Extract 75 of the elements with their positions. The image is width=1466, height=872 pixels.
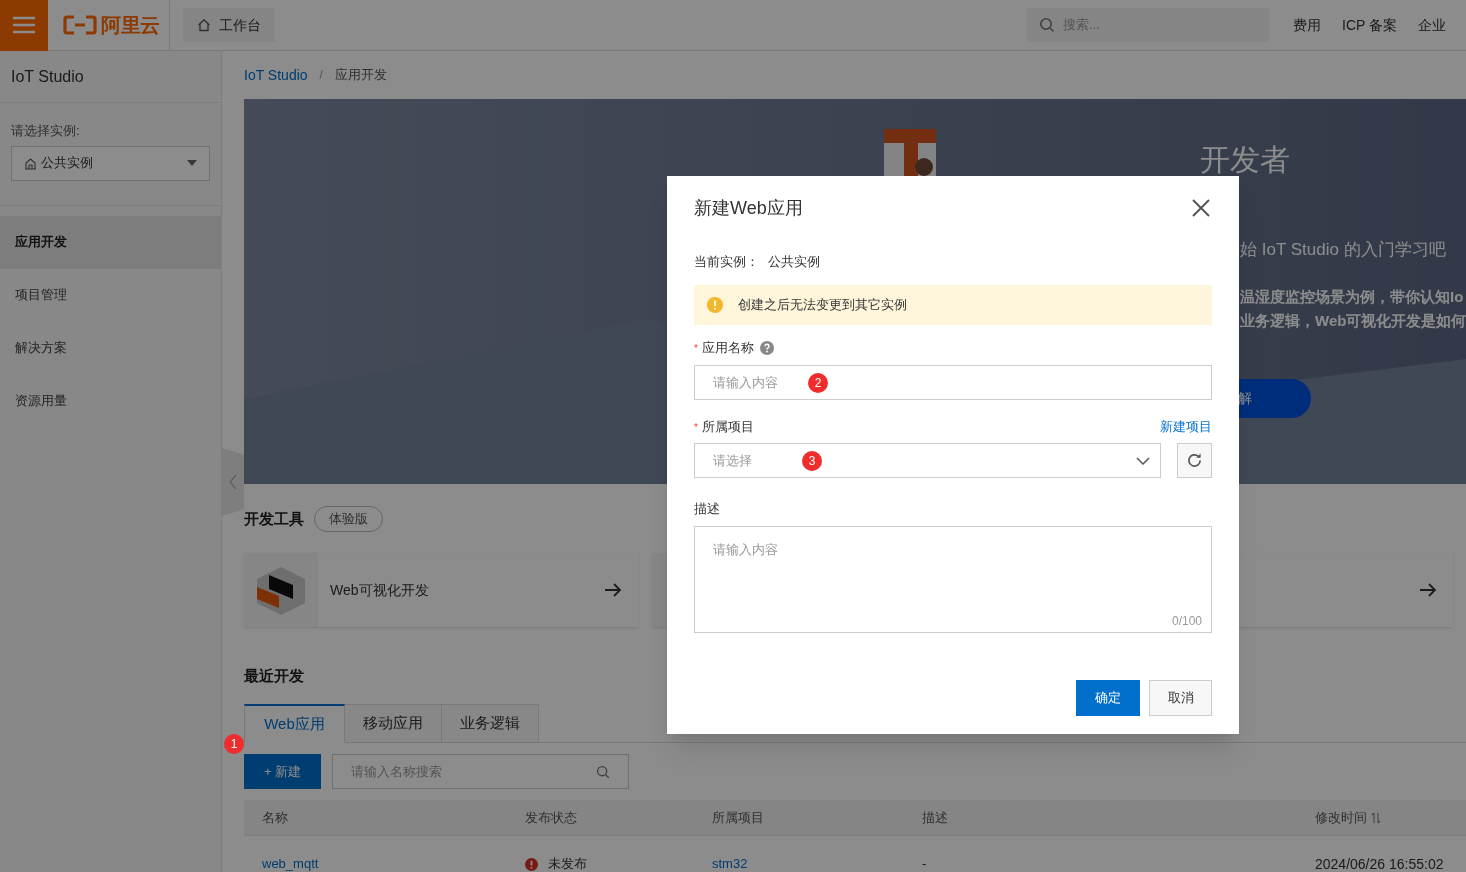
required-mark: * [694, 341, 698, 356]
nav-link[interactable]: 企业 [1418, 14, 1446, 36]
column-header[interactable]: 发布状态 [525, 807, 577, 828]
instance-label: 请选择实例: [11, 122, 81, 140]
menu-icon [12, 16, 36, 34]
tool-card[interactable]: Web可视化开发 [244, 553, 638, 627]
section-title: 开发工具 [244, 508, 304, 529]
table-cell: 2024/06/26 16:55:02 [1315, 855, 1444, 872]
sort-icon [1371, 811, 1381, 824]
project-link[interactable]: stm32 [712, 856, 748, 872]
dialog-title: 新建Web应用 [694, 196, 804, 220]
logo-icon [63, 15, 97, 35]
table-cell: - [922, 856, 927, 872]
refresh-button[interactable] [1177, 443, 1212, 478]
new-button[interactable]: + 新建 [244, 754, 321, 789]
step-badge: 3 [802, 450, 822, 471]
tab[interactable]: 业务逻辑 [442, 704, 539, 743]
breadcrumb-separator: / [319, 67, 323, 84]
nav-link[interactable]: ICP 备案 [1342, 14, 1397, 36]
banner-text: 温湿度监控场景为例，带你认知Io [1240, 287, 1464, 307]
input-field[interactable]: 请输入内容 2 [694, 365, 1212, 400]
search-icon [596, 764, 610, 779]
project-select[interactable]: 请选择 3 [694, 443, 1161, 478]
banner-heading: 开发者 [1200, 142, 1290, 178]
field-label: 所属项目 [701, 418, 754, 437]
sidebar-item[interactable]: 应用开发 [0, 215, 221, 269]
collapse-handle[interactable] [222, 448, 244, 516]
instance-label: 当前实例： [694, 253, 759, 272]
building-icon [24, 156, 37, 170]
logo-text[interactable]: 阿里云 [101, 10, 160, 40]
breadcrumb-current: 应用开发 [334, 66, 387, 85]
workbench-button[interactable]: 工作台 [183, 8, 275, 42]
tab[interactable]: 移动应用 [345, 704, 442, 743]
step-badge: 1 [224, 734, 244, 754]
home-icon [197, 18, 211, 32]
arrow-right-icon [604, 583, 622, 597]
search-icon [1039, 17, 1055, 33]
arrow-right-icon [1419, 583, 1437, 597]
sidebar-item[interactable]: 资源用量 [0, 374, 221, 428]
cancel-button[interactable]: 取消 [1149, 680, 1212, 716]
column-header[interactable]: 修改时间 [1315, 807, 1367, 828]
column-header[interactable]: 描述 [922, 807, 948, 828]
close-button[interactable] [1190, 197, 1212, 219]
new-project-link[interactable]: 新建项目 [1160, 417, 1212, 437]
character-counter: 0/100 [1171, 613, 1202, 630]
warning-icon [707, 297, 723, 313]
app-link[interactable]: web_mqtt [262, 856, 319, 872]
tab[interactable]: Web应用 [244, 704, 345, 743]
warning-banner: 创建之后无法变更到其它实例 [694, 285, 1212, 325]
cube-logo-icon [255, 565, 307, 615]
banner-subtitle: 始 IoT Studio 的入门学习吧 [1240, 239, 1446, 261]
field-label: 应用名称 [701, 339, 754, 358]
status-text: 未发布 [548, 855, 587, 872]
instance-select[interactable]: 公共实例 [11, 145, 210, 181]
close-icon [1192, 199, 1210, 217]
nav-link[interactable]: 费用 [1293, 14, 1321, 36]
section-title: 最近开发 [244, 665, 305, 686]
column-header[interactable]: 所属项目 [712, 807, 764, 828]
breadcrumb-link[interactable]: IoT Studio [244, 64, 308, 86]
field-label: 描述 [694, 500, 720, 519]
sidebar-item[interactable]: 解决方案 [0, 321, 221, 375]
sidebar-item[interactable]: 项目管理 [0, 268, 221, 322]
required-mark: * [694, 420, 698, 435]
help-icon [759, 341, 774, 355]
banner-text: 业务逻辑，Web可视化开发是如何 [1240, 311, 1466, 331]
textarea-field[interactable]: 请输入内容 0/100 [694, 526, 1212, 633]
sidebar-title: IoT Studio [0, 51, 221, 103]
chevron-down-icon [1136, 456, 1150, 465]
column-header[interactable]: 名称 [262, 807, 288, 828]
confirm-button[interactable]: 确定 [1076, 680, 1140, 716]
instance-value: 公共实例 [768, 253, 820, 272]
refresh-icon [1186, 452, 1203, 469]
caret-icon [187, 160, 197, 166]
step-badge: 2 [808, 372, 828, 393]
chevron-left-icon [229, 474, 237, 490]
